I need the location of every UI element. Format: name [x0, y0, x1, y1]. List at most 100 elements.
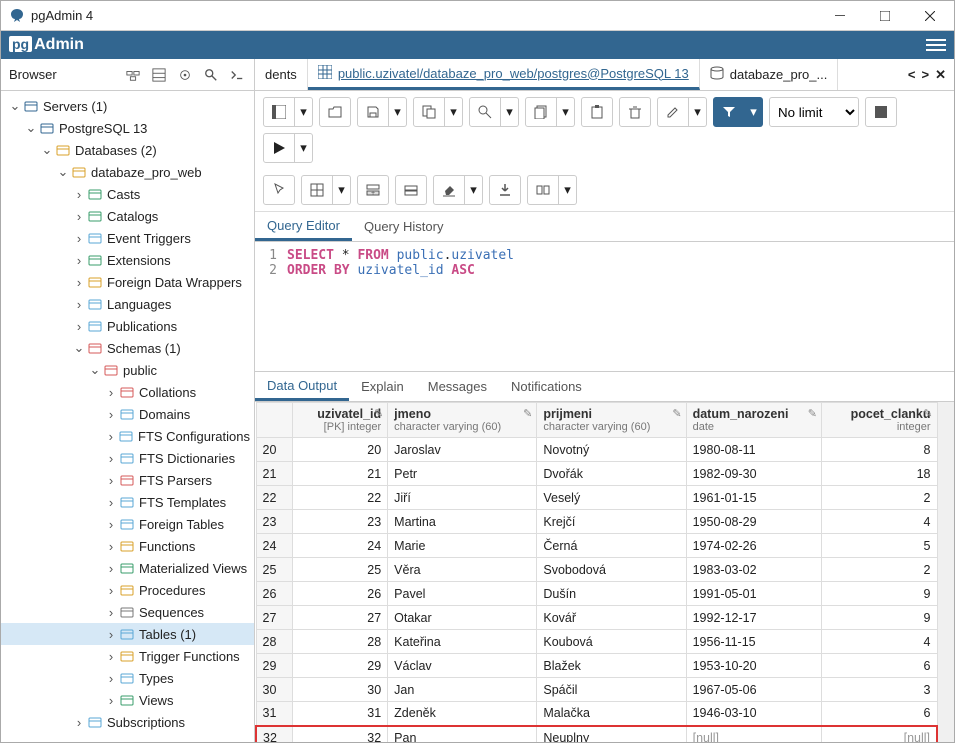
chevron-right-icon[interactable]: › — [105, 561, 117, 576]
toggle-panel-button[interactable] — [263, 97, 295, 127]
cell[interactable]: 1950-08-29 — [686, 510, 821, 534]
chevron-down-icon[interactable]: ⌄ — [9, 98, 21, 114]
run-button[interactable] — [263, 133, 295, 163]
browser-btn-terminal[interactable] — [224, 63, 250, 87]
cell[interactable]: Jaroslav — [388, 438, 537, 462]
maximize-button[interactable] — [862, 1, 907, 30]
cell[interactable]: Věra — [388, 558, 537, 582]
tree-item[interactable]: ⌄Schemas (1) — [1, 337, 254, 359]
v-scrollbar[interactable] — [938, 402, 954, 742]
macro-button[interactable] — [527, 175, 559, 205]
cell[interactable]: 1983-03-02 — [686, 558, 821, 582]
copy-button[interactable] — [413, 97, 445, 127]
chevron-right-icon[interactable]: › — [105, 429, 117, 444]
tree-item[interactable]: ›Trigger Functions — [1, 645, 254, 667]
tab-nav-next-icon[interactable]: > — [922, 67, 930, 82]
table-row[interactable]: 3131ZdeněkMalačka1946-03-106 — [256, 702, 937, 726]
chevron-right-icon[interactable]: › — [73, 319, 85, 334]
chevron-right-icon[interactable]: › — [105, 693, 117, 708]
table-row[interactable]: 2121PetrDvořák1982-09-3018 — [256, 462, 937, 486]
chevron-right-icon[interactable]: › — [105, 407, 117, 422]
open-button[interactable] — [319, 97, 351, 127]
addrow-button[interactable]: + — [357, 175, 389, 205]
chevron-right-icon[interactable]: › — [105, 605, 117, 620]
sql-editor[interactable]: 1SELECT * FROM public.uzivatel2ORDER BY … — [255, 242, 954, 372]
cell[interactable]: Novotný — [537, 438, 686, 462]
download-button[interactable] — [489, 175, 521, 205]
limit-select[interactable]: No limit — [769, 97, 859, 127]
chevron-right-icon[interactable]: › — [105, 583, 117, 598]
chevron-right-icon[interactable]: › — [73, 231, 85, 246]
cell[interactable]: 1953-10-20 — [686, 654, 821, 678]
cell[interactable]: 1992-12-17 — [686, 606, 821, 630]
copy-rows-drop[interactable]: ▾ — [557, 97, 575, 127]
col-header[interactable]: uzivatel_id✎[PK] integer — [292, 403, 388, 438]
cell[interactable]: Otakar — [388, 606, 537, 630]
chevron-right-icon[interactable]: › — [73, 253, 85, 268]
edit-drop[interactable]: ▾ — [689, 97, 707, 127]
grid-button[interactable] — [301, 175, 333, 205]
close-button[interactable] — [907, 1, 952, 30]
erase-button[interactable] — [433, 175, 465, 205]
paste-button[interactable] — [581, 97, 613, 127]
find-button[interactable] — [469, 97, 501, 127]
tree-item[interactable]: ›Event Triggers — [1, 227, 254, 249]
cell[interactable]: Veselý — [537, 486, 686, 510]
cell[interactable]: Krejčí — [537, 510, 686, 534]
tree-item[interactable]: ⌄PostgreSQL 13 — [1, 117, 254, 139]
row-number[interactable]: 26 — [256, 582, 292, 606]
cell[interactable]: Kovář — [537, 606, 686, 630]
tree-item[interactable]: ›Materialized Views — [1, 557, 254, 579]
cell[interactable]: Blažek — [537, 654, 686, 678]
tab-next[interactable]: databaze_pro_... — [700, 59, 839, 90]
tree-item[interactable]: ›Casts — [1, 183, 254, 205]
cell[interactable]: 27 — [292, 606, 388, 630]
tree-item[interactable]: ›Views — [1, 689, 254, 711]
table-row[interactable]: 2424MarieČerná1974-02-265 — [256, 534, 937, 558]
chevron-right-icon[interactable]: › — [105, 671, 117, 686]
tab-query-history[interactable]: Query History — [352, 212, 455, 241]
chevron-down-icon[interactable]: ⌄ — [73, 340, 85, 356]
filter-drop[interactable]: ▾ — [745, 97, 763, 127]
row-number[interactable]: 21 — [256, 462, 292, 486]
chevron-right-icon[interactable]: › — [73, 715, 85, 730]
row-number[interactable]: 20 — [256, 438, 292, 462]
cell[interactable]: [null] — [686, 726, 821, 743]
browser-btn-1[interactable] — [120, 63, 146, 87]
col-header[interactable]: prijmeni✎character varying (60) — [537, 403, 686, 438]
row-number[interactable]: 22 — [256, 486, 292, 510]
tab-data-output[interactable]: Data Output — [255, 372, 349, 401]
tree-item[interactable]: ⌄Servers (1) — [1, 95, 254, 117]
tree-item[interactable]: ›Foreign Tables — [1, 513, 254, 535]
filter-button[interactable] — [713, 97, 745, 127]
chevron-right-icon[interactable]: › — [105, 473, 117, 488]
row-number[interactable]: 28 — [256, 630, 292, 654]
cell[interactable]: 26 — [292, 582, 388, 606]
copy-rows-button[interactable] — [525, 97, 557, 127]
row-number[interactable]: 31 — [256, 702, 292, 726]
cell[interactable]: 23 — [292, 510, 388, 534]
table-row[interactable]: 3232PanNeuplny[null][null] — [256, 726, 937, 743]
cell[interactable]: 9 — [821, 606, 937, 630]
cell[interactable]: 32 — [292, 726, 388, 743]
tree-item[interactable]: ›Publications — [1, 315, 254, 337]
tab-close-icon[interactable]: ✕ — [935, 67, 946, 83]
chevron-right-icon[interactable]: › — [73, 187, 85, 202]
toggle-panel-drop[interactable]: ▾ — [295, 97, 313, 127]
browser-btn-2[interactable] — [146, 63, 172, 87]
copy-drop[interactable]: ▾ — [445, 97, 463, 127]
cell[interactable]: 1946-03-10 — [686, 702, 821, 726]
chevron-right-icon[interactable]: › — [105, 627, 117, 642]
cell[interactable]: 28 — [292, 630, 388, 654]
chevron-right-icon[interactable]: › — [73, 275, 85, 290]
col-header[interactable]: datum_narozeni✎date — [686, 403, 821, 438]
cell[interactable]: 21 — [292, 462, 388, 486]
stop-button[interactable] — [865, 97, 897, 127]
cell[interactable]: 31 — [292, 702, 388, 726]
table-row[interactable]: 2020JaroslavNovotný1980-08-118 — [256, 438, 937, 462]
tree-item[interactable]: ⌄Databases (2) — [1, 139, 254, 161]
tree-item[interactable]: ›FTS Parsers — [1, 469, 254, 491]
cell[interactable]: Svobodová — [537, 558, 686, 582]
macro-drop[interactable]: ▾ — [559, 175, 577, 205]
find-drop[interactable]: ▾ — [501, 97, 519, 127]
